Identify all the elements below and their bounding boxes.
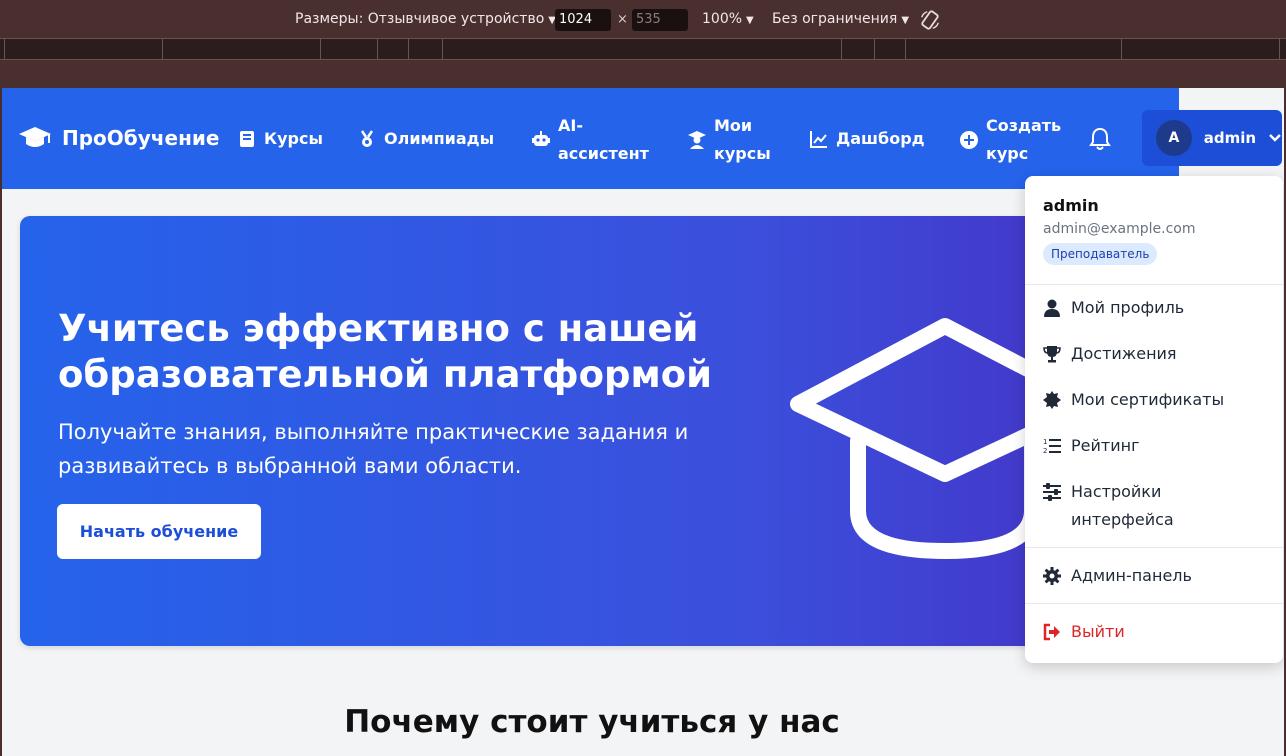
nav-ai-assistant-label: AI-ассистент xyxy=(558,116,649,163)
menu-item-label: Достижения xyxy=(1071,344,1177,363)
avatar: A xyxy=(1156,120,1192,156)
menu-item-certificates[interactable]: Мои сертификаты xyxy=(1043,386,1273,414)
throttle-label: Без ограничения xyxy=(772,11,898,27)
role-badge: Преподаватель xyxy=(1043,243,1158,265)
start-learning-button[interactable]: Начать обучение xyxy=(57,504,261,559)
nav-olympiads[interactable]: Олимпиады xyxy=(358,125,494,153)
logout-icon xyxy=(1043,623,1060,641)
device-dimensions-label: Размеры: Отзывчивое устройство xyxy=(295,11,545,27)
book-icon xyxy=(240,131,254,147)
menu-item-label: Админ-панель xyxy=(1071,566,1192,585)
chart-line-icon xyxy=(810,131,827,148)
menu-item-admin-panel[interactable]: Админ-панель xyxy=(1043,562,1273,590)
nav-courses-label: Курсы xyxy=(264,129,323,148)
devtools-gap xyxy=(0,60,1286,88)
sliders-icon xyxy=(1043,483,1061,501)
menu-item-label: Настройки интерфейса xyxy=(1071,482,1174,529)
device-dimensions-select[interactable]: Размеры: Отзывчивое устройство ▼ xyxy=(295,11,556,27)
medal-icon xyxy=(360,130,374,147)
nav-olympiads-label: Олимпиады xyxy=(384,129,495,148)
dropdown-user-info: admin admin@example.com Преподаватель xyxy=(1043,196,1195,265)
divider xyxy=(1025,547,1283,548)
nav-courses[interactable]: Курсы xyxy=(238,125,323,153)
menu-item-logout[interactable]: Выйти xyxy=(1043,618,1273,646)
viewport-height-input[interactable]: 535 xyxy=(632,9,688,31)
media-query-ruler xyxy=(0,38,1286,60)
user-menu-button[interactable]: A admin xyxy=(1142,110,1282,166)
gear-icon xyxy=(1043,567,1061,585)
viewport-width-input[interactable]: 1024 xyxy=(555,9,611,31)
nav-dashboard-label: Дашборд xyxy=(836,129,925,148)
nav-my-courses[interactable]: Мои курсы xyxy=(688,112,788,168)
hero-banner: Учитесь эффективно с нашей образовательн… xyxy=(20,216,1060,646)
dropdown-user-name: admin xyxy=(1043,196,1099,215)
graduation-cap-icon xyxy=(19,127,51,147)
menu-item-label: Мои сертификаты xyxy=(1071,390,1225,409)
menu-item-rating[interactable]: 12 Рейтинг xyxy=(1043,432,1273,460)
nav-create-course[interactable]: Создать курс xyxy=(960,112,1070,168)
menu-item-label: Рейтинг xyxy=(1071,436,1140,455)
hero-title: Учитесь эффективно с нашей образовательн… xyxy=(58,307,713,396)
dimension-separator: × xyxy=(617,12,628,27)
menu-item-profile[interactable]: Мой профиль xyxy=(1043,294,1273,322)
robot-icon xyxy=(532,131,550,146)
chevron-down-icon xyxy=(1269,134,1281,142)
nav-my-courses-label: Мои курсы xyxy=(714,116,771,163)
zoom-select[interactable]: 100% ▼ xyxy=(702,11,754,27)
dropdown-caret-icon: ▼ xyxy=(746,15,754,26)
ranking-list-icon: 12 xyxy=(1043,438,1061,455)
dropdown-caret-icon: ▼ xyxy=(901,15,910,26)
nav-dashboard[interactable]: Дашборд xyxy=(810,125,925,153)
brand-name: ПроОбучение xyxy=(62,126,220,150)
rotate-icon[interactable] xyxy=(919,9,941,31)
nav-create-course-label: Создать курс xyxy=(986,116,1062,163)
plus-circle-icon xyxy=(960,131,978,149)
hero-subtitle: Получайте знания, выполняйте практически… xyxy=(58,420,689,478)
menu-item-label: Мой профиль xyxy=(1071,298,1185,317)
certificate-icon xyxy=(1043,391,1061,409)
devtools-toolbar: Размеры: Отзывчивое устройство ▼ 1024 × 5… xyxy=(0,0,1286,38)
nav-ai-assistant[interactable]: AI-ассистент xyxy=(532,112,662,168)
menu-item-interface-settings[interactable]: Настройки интерфейса xyxy=(1043,478,1273,534)
user-name: admin xyxy=(1203,129,1257,147)
why-us-title: Почему стоит учиться у нас xyxy=(344,704,840,740)
svg-text:2: 2 xyxy=(1043,447,1047,455)
menu-item-achievements[interactable]: Достижения xyxy=(1043,340,1273,368)
divider xyxy=(1025,603,1283,604)
bell-icon[interactable] xyxy=(1089,127,1111,151)
user-dropdown-menu: admin admin@example.com Преподаватель Мо… xyxy=(1025,176,1283,663)
brand-link[interactable]: ПроОбучение xyxy=(18,125,220,151)
graduation-cap-icon xyxy=(790,318,1060,560)
page-viewport: ПроОбучение Курсы Олимпиады AI-ассистент… xyxy=(2,88,1284,756)
svg-text:1: 1 xyxy=(1043,438,1047,446)
graduate-icon xyxy=(688,131,706,149)
divider xyxy=(1025,284,1283,285)
navbar: ПроОбучение Курсы Олимпиады AI-ассистент… xyxy=(2,88,1179,189)
dropdown-user-email: admin@example.com xyxy=(1043,221,1196,237)
menu-item-label: Выйти xyxy=(1071,622,1125,641)
zoom-label: 100% xyxy=(702,11,743,27)
throttle-select[interactable]: Без ограничения ▼ xyxy=(772,11,909,27)
user-icon xyxy=(1044,299,1060,317)
trophy-icon xyxy=(1043,346,1061,363)
